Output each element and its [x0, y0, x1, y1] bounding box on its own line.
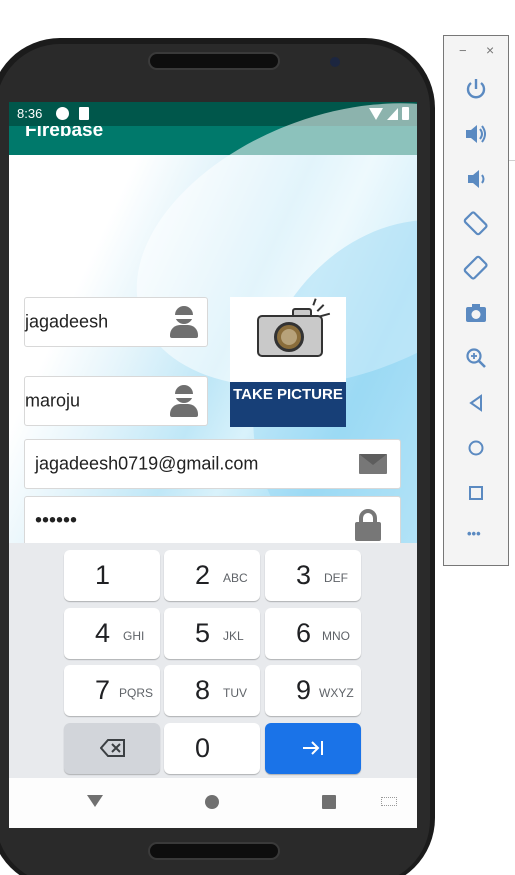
password-value: ••••••	[35, 509, 78, 532]
email-field[interactable]: jagadeesh0719@gmail.com	[24, 439, 401, 489]
lock-icon	[355, 509, 381, 541]
tab-forward-icon	[303, 741, 323, 755]
emulator-window: 8:36 Firebase jagadeesh maroju TAKE PICT…	[0, 0, 515, 875]
app-title: Firebase	[25, 126, 104, 141]
more-icon[interactable]: •••	[467, 526, 497, 556]
bottom-speaker	[148, 842, 280, 860]
navigation-bar	[9, 778, 417, 828]
power-icon[interactable]	[461, 74, 491, 104]
front-camera	[330, 57, 340, 67]
rotate-left-icon[interactable]	[461, 208, 491, 238]
nav-home-icon[interactable]	[205, 795, 219, 809]
back-icon[interactable]	[461, 388, 491, 418]
close-button[interactable]: ×	[486, 42, 494, 58]
nav-recents-icon[interactable]	[322, 795, 336, 809]
key-6[interactable]: 6 MNO	[265, 608, 361, 659]
person-icon	[170, 306, 198, 338]
minimize-button[interactable]: −	[459, 43, 467, 58]
window-edge	[509, 160, 515, 161]
numeric-keyboard: 1 2 ABC 3 DEF 4 GHI 5 JKL 6 MNO 7 PQRS 8…	[9, 543, 417, 778]
emulator-toolbar: − × •••	[443, 35, 509, 566]
camera-illustration	[230, 297, 346, 380]
status-time: 8:36	[17, 106, 43, 121]
zoom-icon[interactable]	[461, 343, 491, 373]
take-picture-label: TAKE PICTURE	[230, 382, 346, 427]
take-picture-button[interactable]: TAKE PICTURE	[230, 297, 346, 427]
key-8[interactable]: 8 TUV	[164, 665, 260, 716]
last-name-field[interactable]: maroju	[24, 376, 208, 426]
next-key[interactable]	[265, 723, 361, 774]
key-7[interactable]: 7 PQRS	[64, 665, 160, 716]
key-4[interactable]: 4 GHI	[64, 608, 160, 659]
camera-icon[interactable]	[461, 298, 491, 328]
first-name-value: jagadeesh	[25, 311, 109, 332]
key-2[interactable]: 2 ABC	[164, 550, 260, 601]
first-name-field[interactable]: jagadeesh	[24, 297, 208, 347]
keyboard-switch-icon[interactable]	[381, 797, 397, 806]
person-icon	[170, 385, 198, 417]
data-saver-icon	[56, 107, 69, 120]
backspace-key[interactable]	[64, 723, 160, 774]
key-0[interactable]: 0	[164, 723, 260, 774]
backspace-icon	[100, 739, 125, 757]
key-5[interactable]: 5 JKL	[164, 608, 260, 659]
volume-up-icon[interactable]	[461, 119, 491, 149]
last-name-value: maroju	[25, 390, 81, 411]
email-value: jagadeesh0719@gmail.com	[35, 453, 259, 474]
nav-back-icon[interactable]	[87, 795, 103, 807]
sd-card-icon	[79, 107, 89, 120]
volume-down-icon[interactable]	[461, 164, 491, 194]
top-speaker	[148, 52, 280, 70]
mail-icon	[359, 454, 387, 474]
phone-screen: 8:36 Firebase jagadeesh maroju TAKE PICT…	[9, 102, 417, 828]
home-icon[interactable]	[461, 433, 491, 463]
overview-icon[interactable]	[461, 478, 491, 508]
key-3[interactable]: 3 DEF	[265, 550, 361, 601]
rotate-right-icon[interactable]	[461, 253, 491, 283]
key-9[interactable]: 9 WXYZ	[265, 665, 361, 716]
key-1[interactable]: 1	[64, 550, 160, 601]
